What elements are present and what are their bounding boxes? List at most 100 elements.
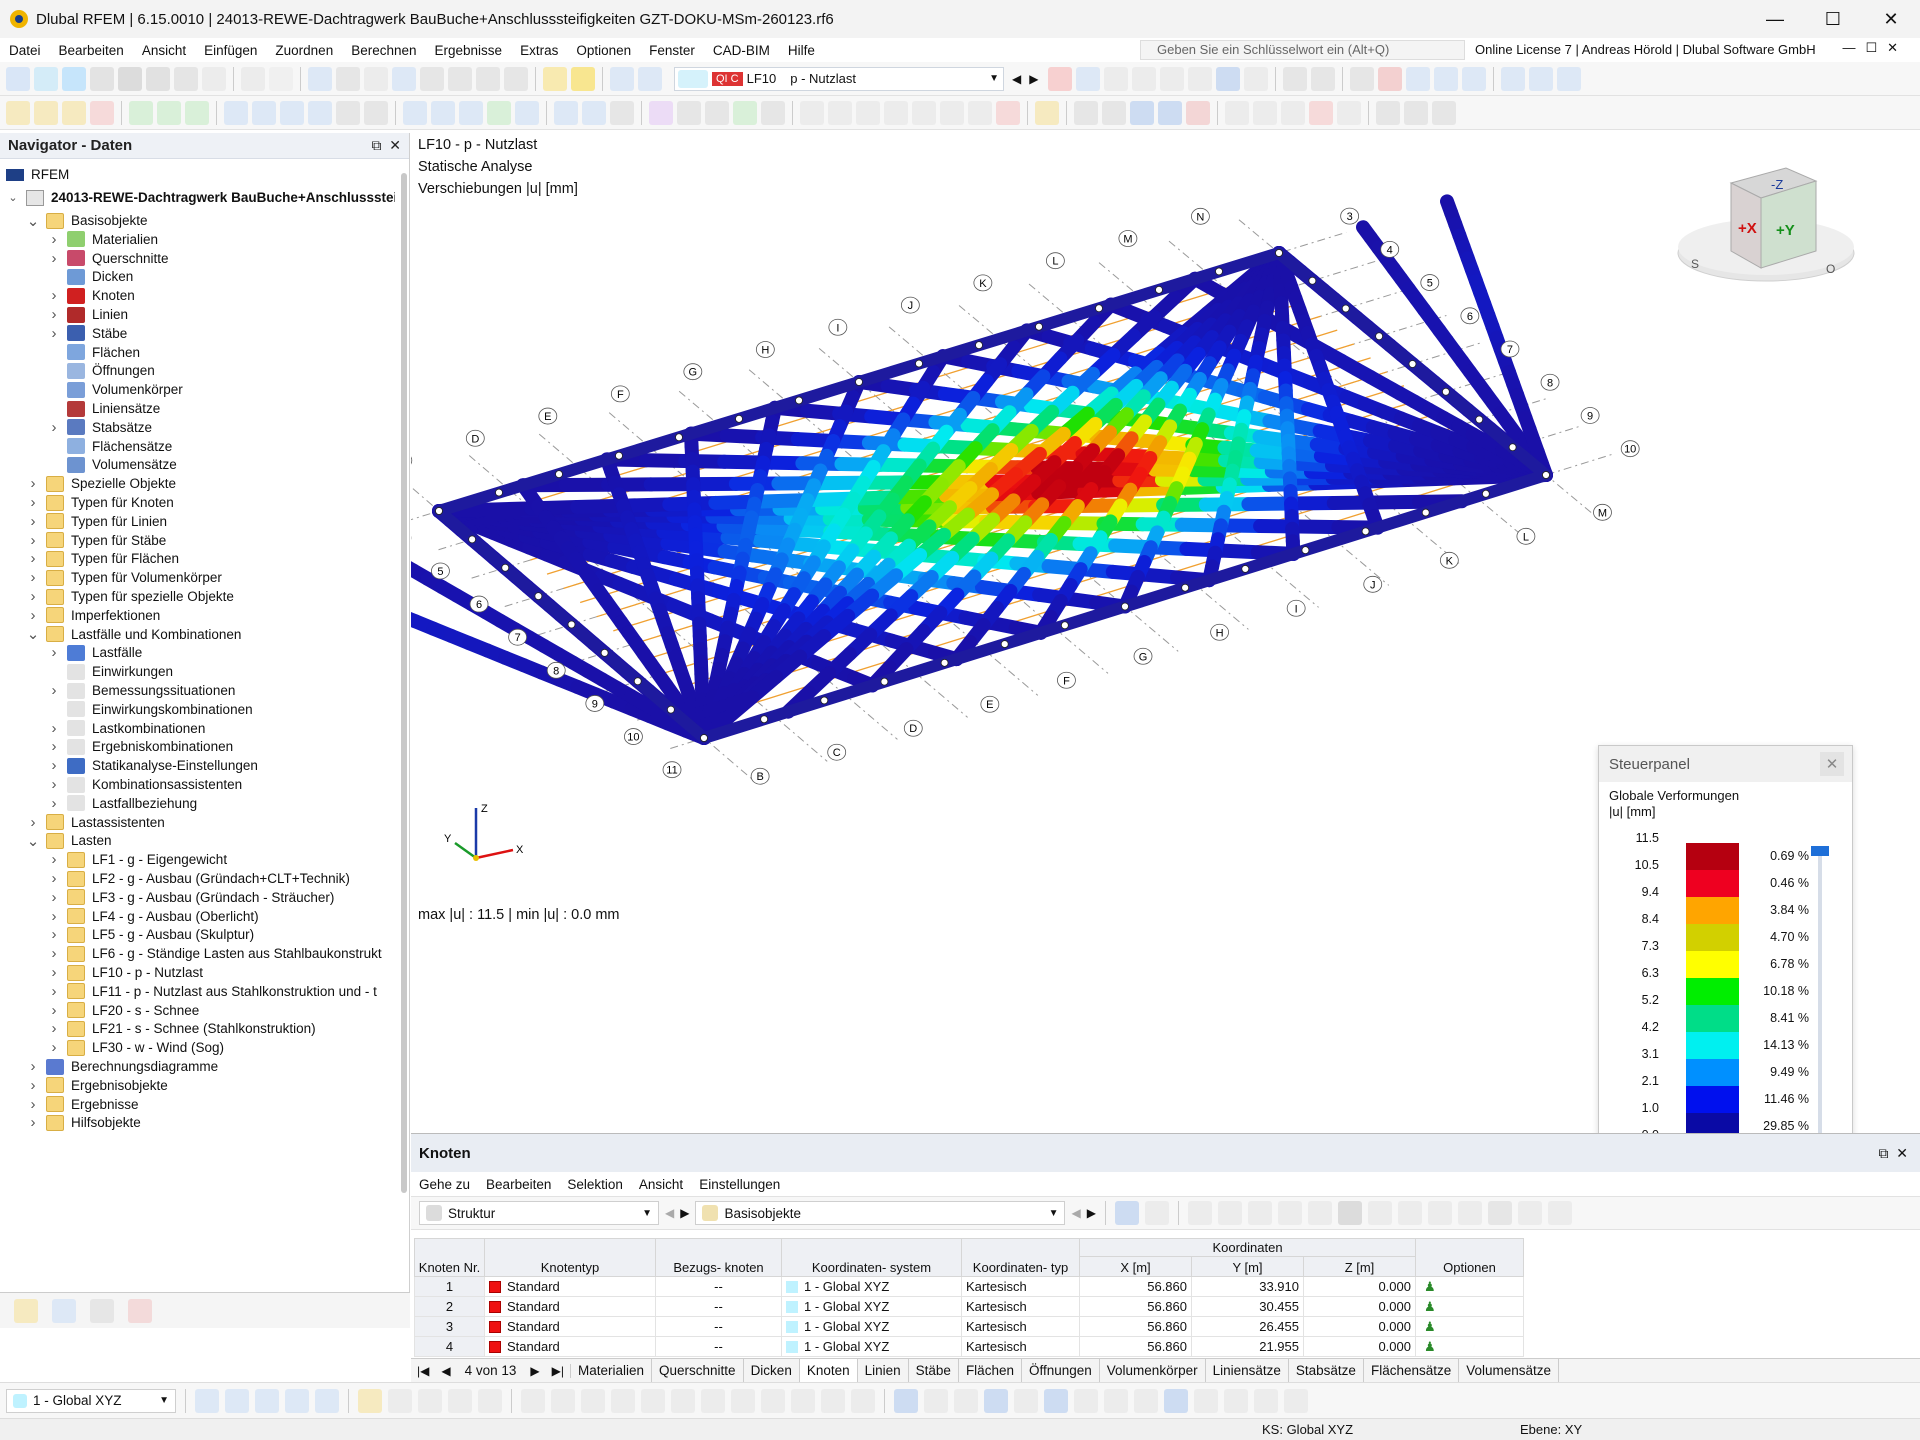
display-icon-3[interactable]: [954, 1388, 978, 1413]
tree-project[interactable]: ⌄ 24013-REWE-Dachtragwerk BauBuche+Ansch…: [6, 186, 395, 209]
chevron-right-icon[interactable]: ›: [47, 757, 61, 774]
draw-icon-11[interactable]: [821, 1388, 845, 1413]
table-cell[interactable]: 1 - Global XYZ: [781, 1296, 962, 1317]
save-icon[interactable]: [118, 66, 142, 91]
display-icon-13[interactable]: [1254, 1388, 1278, 1413]
table-menu-goto[interactable]: Gehe zu: [419, 1177, 470, 1192]
load-tool-icon[interactable]: [308, 100, 332, 125]
chevron-down-icon[interactable]: ⌄: [6, 191, 20, 204]
chevron-right-icon[interactable]: ›: [47, 738, 61, 755]
release-icon[interactable]: [431, 100, 455, 125]
chevron-right-icon[interactable]: ›: [47, 682, 61, 699]
snap-grid-icon[interactable]: [285, 1388, 309, 1413]
view-icon-2[interactable]: [1462, 66, 1487, 91]
polyline-tool-icon[interactable]: [90, 100, 114, 125]
table-row[interactable]: 3 Standard -- 1 - Global XYZ Kartesisch 56.86…: [414, 1316, 1524, 1337]
display-icon-2[interactable]: [924, 1388, 948, 1413]
table-cell[interactable]: 1 - Global XYZ: [781, 1336, 962, 1357]
snap-line-icon[interactable]: [255, 1388, 279, 1413]
formula-icon[interactable]: [1547, 1201, 1572, 1225]
tree-item[interactable]: › Hilfsobjekte: [26, 1111, 141, 1134]
osnap-icon[interactable]: [448, 1388, 472, 1413]
legend-slider-max-handle[interactable]: [1811, 846, 1829, 856]
guide-icon[interactable]: [478, 1388, 502, 1413]
chevron-right-icon[interactable]: ›: [26, 494, 40, 511]
table-cell[interactable]: Kartesisch: [961, 1276, 1080, 1297]
view-cube[interactable]: -Z +X +Y S O: [1676, 143, 1856, 293]
support-icon[interactable]: [129, 100, 153, 125]
calculate-icon[interactable]: [610, 66, 634, 91]
table-cell[interactable]: 0.000: [1303, 1276, 1416, 1297]
print-icon[interactable]: [146, 66, 170, 91]
table-cell[interactable]: Standard: [484, 1316, 656, 1337]
chevron-right-icon[interactable]: ›: [26, 532, 40, 549]
table-cell[interactable]: --: [655, 1276, 782, 1297]
chevron-right-icon[interactable]: ›: [47, 870, 61, 887]
table-icon-8[interactable]: [1427, 1201, 1452, 1225]
measure-icon[interactable]: [1225, 100, 1249, 125]
chevron-right-icon[interactable]: ›: [47, 1020, 61, 1037]
next-icon[interactable]: ▶: [1087, 1206, 1096, 1220]
line-tool-icon[interactable]: [34, 100, 58, 125]
rotate-icon[interactable]: [761, 100, 785, 125]
chevron-right-icon[interactable]: ›: [47, 325, 61, 342]
table-menu-edit[interactable]: Bearbeiten: [486, 1177, 551, 1192]
layer-icon-2[interactable]: [1404, 100, 1428, 125]
table-cell[interactable]: 30.455: [1191, 1296, 1304, 1317]
chevron-down-icon[interactable]: ⌄: [26, 625, 40, 643]
maximize-button[interactable]: ☐: [1804, 0, 1862, 38]
results-icon[interactable]: [638, 66, 662, 91]
chevron-right-icon[interactable]: ›: [26, 475, 40, 492]
table-row[interactable]: 2 Standard -- 1 - Global XYZ Kartesisch 56.86…: [414, 1296, 1524, 1317]
tab-flächen[interactable]: Flächen: [959, 1358, 1022, 1383]
draw-icon-5[interactable]: [641, 1388, 665, 1413]
mesh-icon[interactable]: [610, 100, 634, 125]
document-icon[interactable]: [476, 66, 500, 91]
curve-icon[interactable]: [649, 100, 673, 125]
tab-flächensätze[interactable]: Flächensätze: [1364, 1358, 1460, 1383]
layer-icon-3[interactable]: [1432, 100, 1456, 125]
last-page-icon[interactable]: ▶|: [546, 1363, 571, 1378]
table-cell[interactable]: --: [655, 1316, 782, 1337]
table-cell[interactable]: Kartesisch: [961, 1316, 1080, 1337]
prev-icon[interactable]: ◀: [665, 1206, 674, 1220]
animation-icon[interactable]: [1283, 66, 1308, 91]
table-cell[interactable]: Kartesisch: [961, 1296, 1080, 1317]
tab-volumensätze[interactable]: Volumensätze: [1459, 1358, 1560, 1383]
chevron-right-icon[interactable]: ›: [47, 851, 61, 868]
table-cell[interactable]: 0.000: [1303, 1296, 1416, 1317]
display-icon-4[interactable]: [984, 1388, 1008, 1413]
snap-object-icon[interactable]: [315, 1388, 339, 1413]
chevron-right-icon[interactable]: ›: [47, 644, 61, 661]
table-icon-5[interactable]: [1307, 1201, 1332, 1225]
table-cell[interactable]: 0.000: [1303, 1316, 1416, 1337]
table-cell[interactable]: Standard: [484, 1276, 656, 1297]
menu-cad-bim[interactable]: CAD-BIM: [704, 43, 779, 58]
tab-volumenkörper[interactable]: Volumenkörper: [1100, 1358, 1206, 1383]
table-cell[interactable]: ♟: [1415, 1316, 1524, 1337]
structure-combo[interactable]: Struktur ▼: [419, 1201, 659, 1225]
mirror-icon[interactable]: [800, 100, 824, 125]
menu-fenster[interactable]: Fenster: [640, 43, 704, 58]
clip-plane-icon[interactable]: [1130, 100, 1154, 125]
dimension-icon[interactable]: [364, 66, 388, 91]
intersect-icon[interactable]: [912, 100, 936, 125]
menu-ergebnisse[interactable]: Ergebnisse: [426, 43, 512, 58]
prev-load-case-button[interactable]: ◀: [1012, 72, 1021, 86]
chevron-right-icon[interactable]: ›: [47, 964, 61, 981]
menu-optionen[interactable]: Optionen: [567, 43, 640, 58]
navigator-toggle-icon[interactable]: [308, 66, 332, 91]
surface-shade-icon[interactable]: [677, 100, 701, 125]
menu-bearbeiten[interactable]: Bearbeiten: [50, 43, 133, 58]
support-surface-icon[interactable]: [185, 100, 209, 125]
table-cell[interactable]: ♟: [1415, 1276, 1524, 1297]
tab-linien[interactable]: Linien: [858, 1358, 909, 1383]
minimize-button[interactable]: —: [1746, 0, 1804, 38]
tab-dicken[interactable]: Dicken: [744, 1358, 800, 1383]
filter-icon[interactable]: [1048, 66, 1073, 91]
layer-icon[interactable]: [1376, 100, 1400, 125]
draw-icon-9[interactable]: [761, 1388, 785, 1413]
next-page-icon[interactable]: ▶: [524, 1364, 545, 1378]
table-cell[interactable]: ♟: [1415, 1296, 1524, 1317]
split-icon[interactable]: [940, 100, 964, 125]
